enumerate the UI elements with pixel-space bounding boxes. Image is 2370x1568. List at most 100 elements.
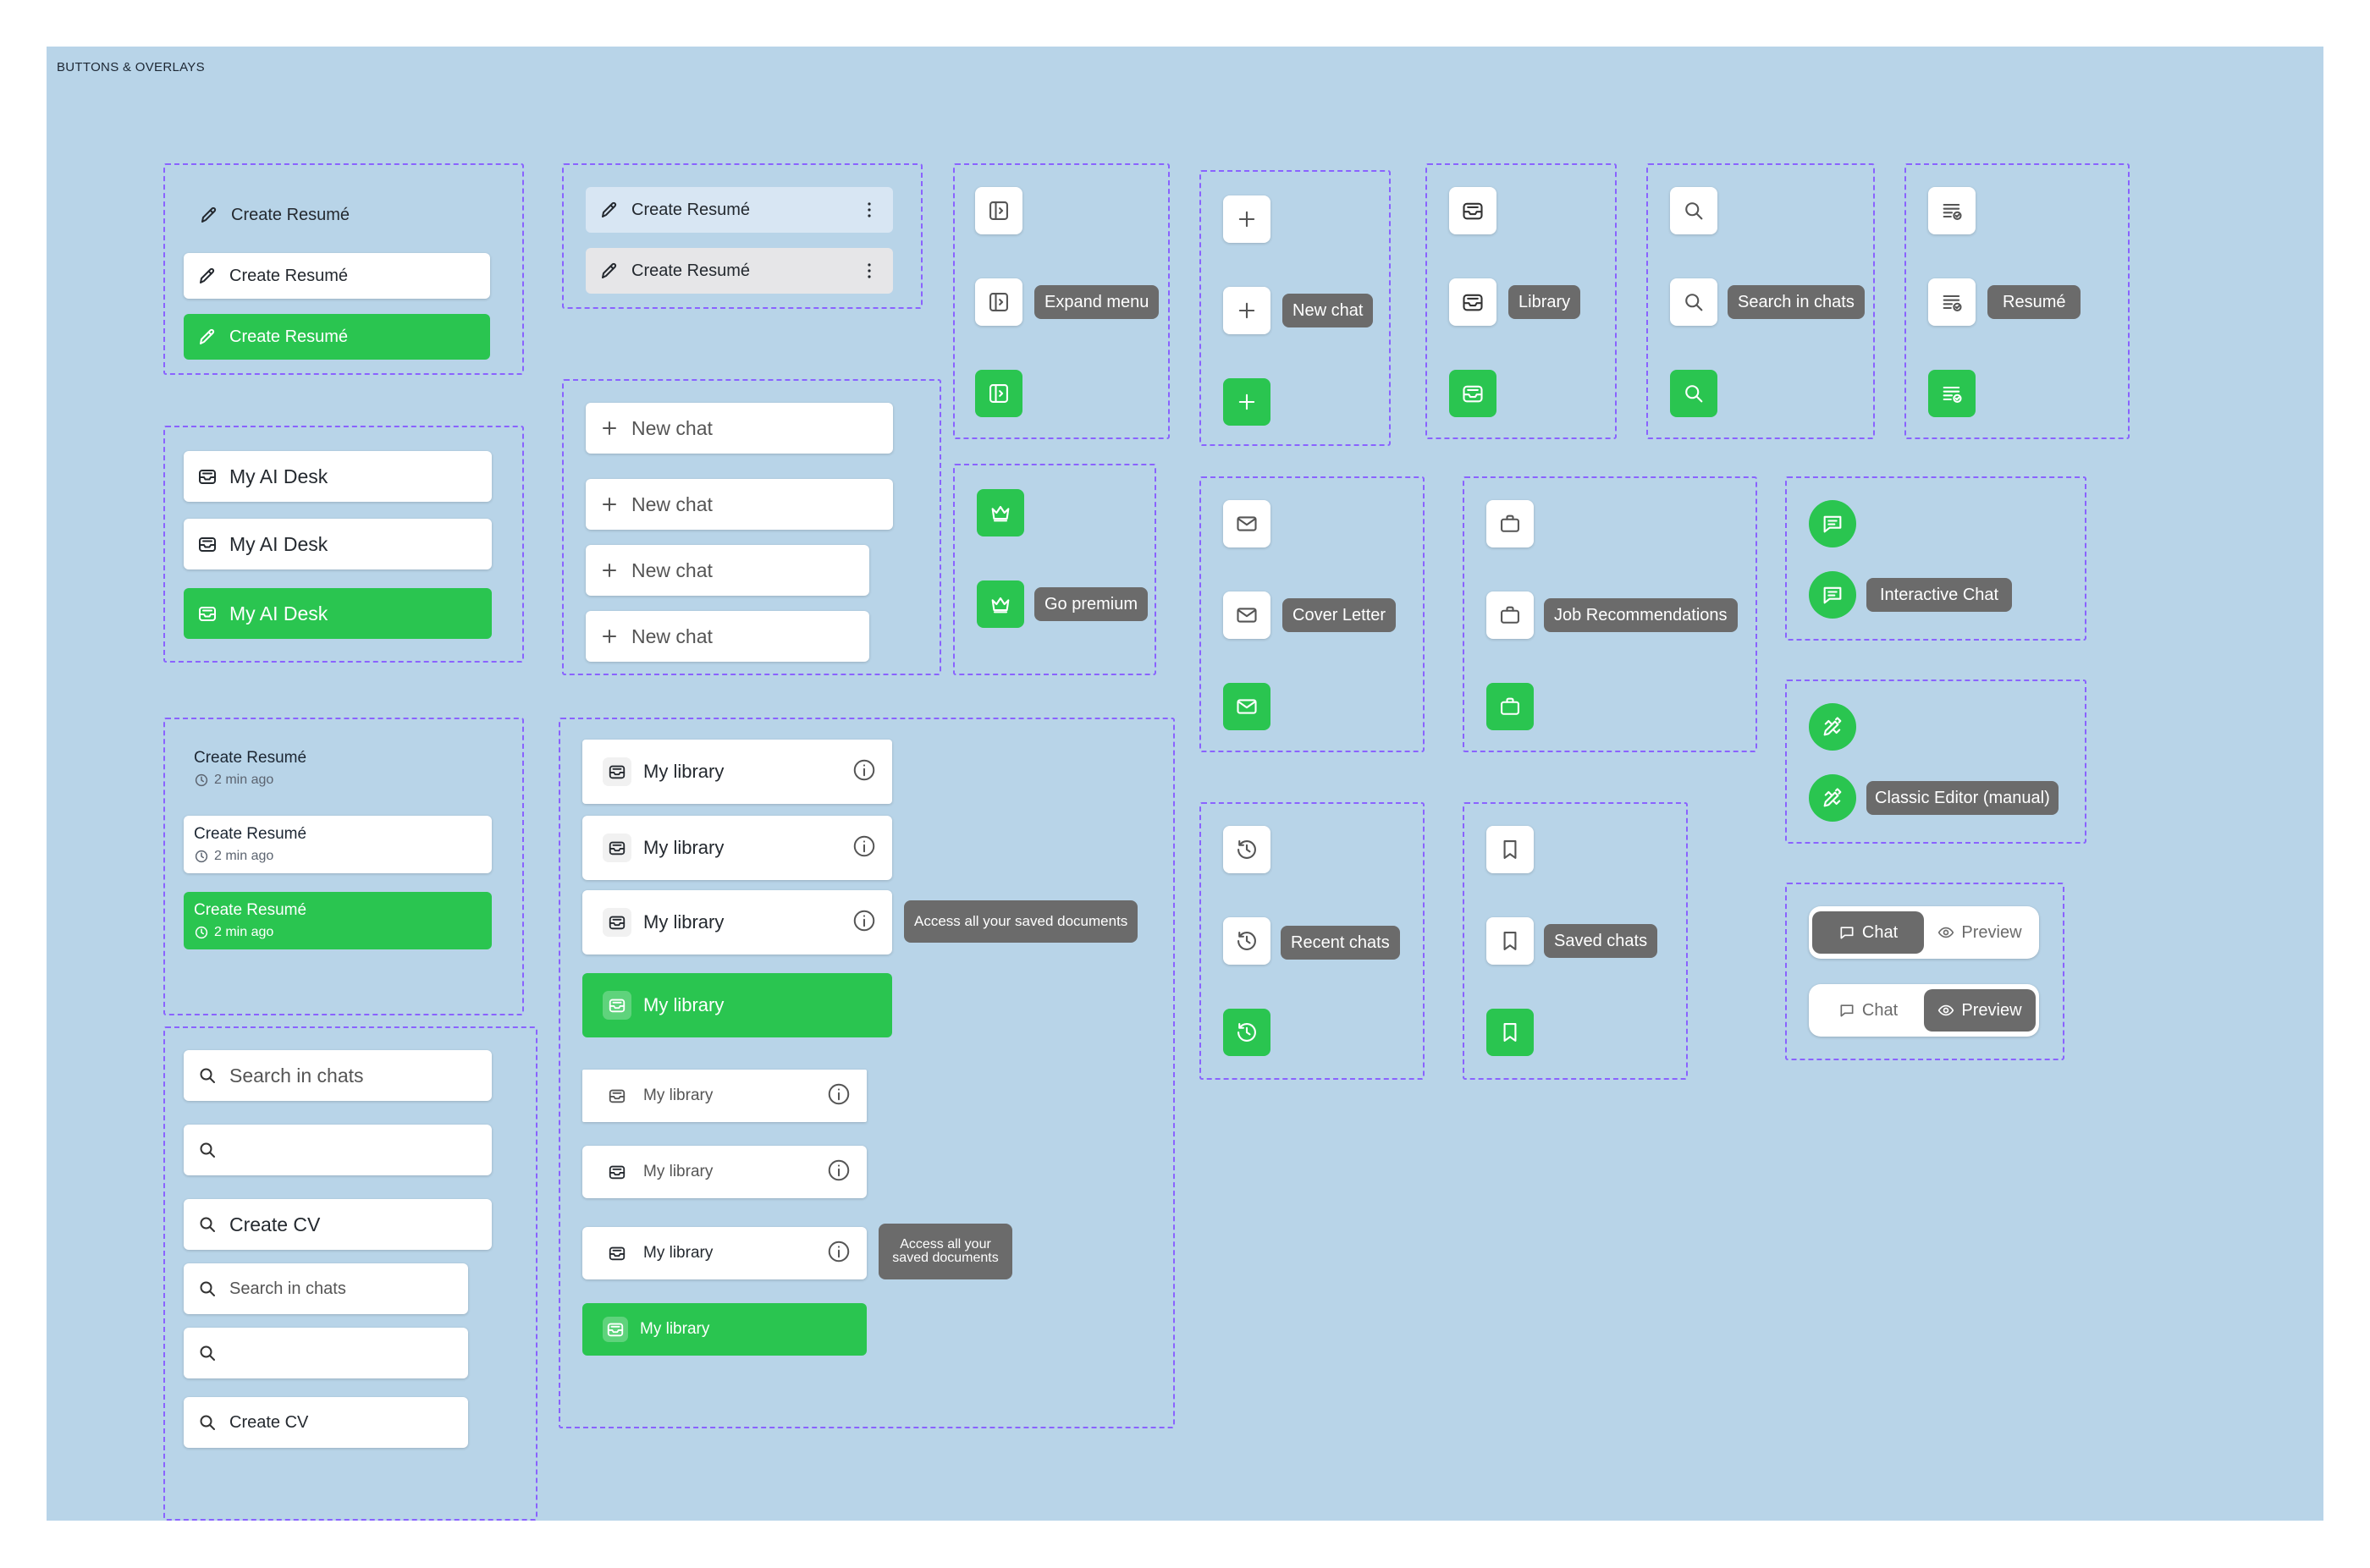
history-icon <box>1237 840 1256 859</box>
my-library-small-button-active[interactable]: My library <box>582 1303 867 1356</box>
inbox-icon <box>603 908 631 937</box>
new-chat-icon-button-hover[interactable] <box>1223 287 1270 334</box>
recent-item-active[interactable]: Create Resumé 2 min ago <box>184 892 492 949</box>
create-resume-menu-button-light[interactable]: Create Resumé <box>586 187 893 233</box>
create-resume-menu-button-gray[interactable]: Create Resumé <box>586 248 893 294</box>
toggle-chat-option[interactable]: Chat <box>1812 911 1924 954</box>
button-label: My AI Desk <box>229 465 328 487</box>
search-input-small-2[interactable] <box>184 1328 468 1378</box>
search-input-small-3[interactable]: Create CV <box>184 1397 468 1448</box>
info-icon[interactable] <box>852 834 877 863</box>
search-input-2[interactable] <box>184 1125 492 1175</box>
toggle-chat-option[interactable]: Chat <box>1812 989 1924 1032</box>
info-icon[interactable] <box>852 757 877 787</box>
my-library-button-3[interactable]: My library <box>582 890 892 955</box>
search-icon-button-default[interactable] <box>1670 187 1717 234</box>
go-premium-button-hover[interactable] <box>977 580 1024 628</box>
toggle-preview-option[interactable]: Preview <box>1924 911 2036 954</box>
toggle-chat-label: Chat <box>1861 922 1899 942</box>
inbox-icon <box>603 1081 631 1110</box>
create-resume-button-hover[interactable]: Create Resumé <box>184 253 490 299</box>
my-library-small-button-3[interactable]: My library <box>582 1227 867 1279</box>
go-premium-button[interactable] <box>977 489 1024 536</box>
classic-editor-button[interactable] <box>1809 703 1856 751</box>
search-icon-button-hover[interactable] <box>1670 278 1717 326</box>
saved-chats-button-default[interactable] <box>1486 826 1534 873</box>
my-library-small-button-2[interactable]: My library <box>582 1146 867 1198</box>
info-icon[interactable] <box>826 1158 852 1187</box>
my-ai-desk-button-default[interactable]: My AI Desk <box>184 451 492 502</box>
recent-item-default[interactable]: Create Resumé 2 min ago <box>184 740 492 797</box>
chat-preview-toggle-preview[interactable]: Chat Preview <box>1809 984 2039 1037</box>
button-label: Create Resumé <box>229 266 349 285</box>
search-icon <box>197 1065 218 1086</box>
search-icon-button-active[interactable] <box>1670 370 1717 417</box>
editor-icon <box>1823 788 1842 807</box>
classic-editor-button-hover[interactable] <box>1809 774 1856 822</box>
search-input-3[interactable]: Create CV <box>184 1199 492 1250</box>
recent-chats-button-active[interactable] <box>1223 1009 1270 1056</box>
expand-menu-button-hover[interactable] <box>975 278 1022 326</box>
search-input-small-1[interactable]: Search in chats <box>184 1263 468 1314</box>
button-label: New chat <box>631 416 713 439</box>
cover-letter-button-default[interactable] <box>1223 500 1270 547</box>
job-recommendations-button-default[interactable] <box>1486 500 1534 547</box>
library-icon-button-active[interactable] <box>1449 370 1496 417</box>
crown-icon <box>991 597 1010 613</box>
interactive-chat-button-hover[interactable] <box>1809 571 1856 619</box>
new-chat-icon-button-default[interactable] <box>1223 195 1270 243</box>
resume-icon-button-hover[interactable] <box>1928 278 1976 326</box>
group-expand-menu: Expand menu <box>953 163 1170 439</box>
mail-icon <box>1237 608 1257 623</box>
chat-preview-toggle-chat[interactable]: Chat Preview <box>1809 906 2039 959</box>
job-recommendations-button-active[interactable] <box>1486 683 1534 730</box>
expand-menu-button-active[interactable] <box>975 370 1022 417</box>
group-new-chat-list: New chat New chat New chat New chat <box>562 379 941 675</box>
new-chat-button-1[interactable]: New chat <box>586 403 893 454</box>
bookmark-icon <box>1503 1023 1517 1042</box>
resume-icon-button-default[interactable] <box>1928 187 1976 234</box>
toggle-preview-option[interactable]: Preview <box>1924 989 2036 1032</box>
my-library-button-2[interactable]: My library <box>582 816 892 880</box>
info-icon[interactable] <box>852 908 877 938</box>
my-library-button-1[interactable]: My library <box>582 740 892 804</box>
resume-icon-button-active[interactable] <box>1928 370 1976 417</box>
mail-icon <box>1237 516 1257 531</box>
kebab-icon[interactable] <box>859 200 879 220</box>
info-icon[interactable] <box>826 1239 852 1268</box>
mail-icon <box>1237 699 1257 714</box>
cover-letter-button-hover[interactable] <box>1223 591 1270 639</box>
new-chat-button-4[interactable]: New chat <box>586 611 869 662</box>
info-icon[interactable] <box>826 1081 852 1111</box>
my-library-button-active[interactable]: My library <box>582 973 892 1037</box>
recent-item-title: Create Resumé <box>194 901 307 919</box>
search-input-1[interactable]: Search in chats <box>184 1050 492 1101</box>
plus-icon <box>599 626 620 646</box>
classic-editor-tooltip: Classic Editor (manual) <box>1866 781 2059 815</box>
saved-chats-button-hover[interactable] <box>1486 917 1534 965</box>
library-icon-button-hover[interactable] <box>1449 278 1496 326</box>
recent-item-hover[interactable]: Create Resumé 2 min ago <box>184 816 492 873</box>
my-ai-desk-button-hover[interactable]: My AI Desk <box>184 519 492 569</box>
recent-item-time: 2 min ago <box>214 849 274 863</box>
cover-letter-button-active[interactable] <box>1223 683 1270 730</box>
expand-menu-button-default[interactable] <box>975 187 1022 234</box>
library-icon-button-default[interactable] <box>1449 187 1496 234</box>
new-chat-button-2[interactable]: New chat <box>586 479 893 530</box>
saved-chats-button-active[interactable] <box>1486 1009 1534 1056</box>
create-resume-button-active[interactable]: Create Resumé <box>184 314 490 360</box>
recent-chats-button-default[interactable] <box>1223 826 1270 873</box>
new-chat-icon-button-active[interactable] <box>1223 378 1270 426</box>
plus-icon <box>599 494 620 514</box>
editor-icon <box>1823 717 1842 736</box>
new-chat-button-3[interactable]: New chat <box>586 545 869 596</box>
my-ai-desk-button-active[interactable]: My AI Desk <box>184 588 492 639</box>
my-library-small-button-1[interactable]: My library <box>582 1070 867 1122</box>
group-cover-letter: Cover Letter <box>1199 476 1425 752</box>
recent-chats-button-hover[interactable] <box>1223 917 1270 965</box>
kebab-icon[interactable] <box>859 261 879 281</box>
job-recommendations-button-hover[interactable] <box>1486 591 1534 639</box>
my-library-tooltip: Access all your saved documents <box>904 900 1138 943</box>
interactive-chat-button[interactable] <box>1809 500 1856 547</box>
create-resume-button-default[interactable]: Create Resumé <box>184 192 490 238</box>
